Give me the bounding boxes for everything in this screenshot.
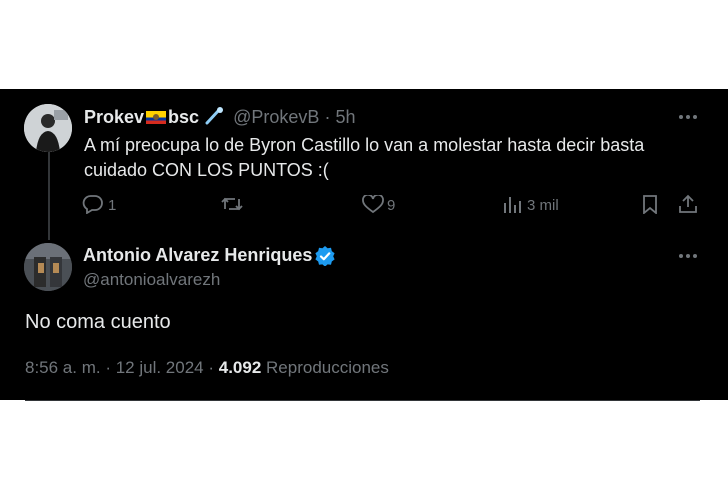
bookmark-icon[interactable] <box>642 195 658 214</box>
main-meta: 8:56 a. m. · 12 jul. 2024 · 4.092 Reprod… <box>25 358 389 378</box>
main-views-count: 4.092 <box>218 358 262 377</box>
reply-icon[interactable] <box>82 194 104 214</box>
like-count: 9 <box>387 197 396 214</box>
reply-text-line2: cuidado CON LOS PUNTOS :( <box>84 160 329 180</box>
like-icon[interactable] <box>362 195 384 214</box>
avatar-prokev[interactable] <box>24 104 72 152</box>
main-timestamp[interactable]: 8:56 a. m. · 12 jul. 2024 · <box>25 358 214 377</box>
share-icon[interactable] <box>678 194 698 214</box>
avatar-antonio[interactable] <box>24 243 72 291</box>
reply-count: 1 <box>108 197 117 214</box>
tweet-panel: Prokev bsc @ProkevB · 5h A mí preocupa lo… <box>0 89 728 401</box>
more-icon[interactable] <box>678 252 698 260</box>
verified-icon <box>315 246 335 266</box>
main-display-name[interactable]: Antonio Alvarez Henriques <box>83 245 312 266</box>
views-count: 3 mil <box>527 197 559 214</box>
reply-name-suffix[interactable]: bsc <box>168 107 199 127</box>
reply-text-line1: A mí preocupa lo de Byron Castillo lo va… <box>84 135 645 155</box>
reply-handle[interactable]: @ProkevB <box>233 107 319 127</box>
reply-header: Prokev bsc @ProkevB · 5h <box>84 107 355 128</box>
reply-separator: · <box>324 107 331 127</box>
retweet-icon[interactable] <box>220 194 244 214</box>
main-views-label: Reproducciones <box>266 358 389 377</box>
more-icon[interactable] <box>678 113 698 121</box>
thread-line <box>48 152 50 240</box>
flag-ecuador-icon <box>146 111 167 124</box>
main-tweet-text: No coma cuento <box>25 311 171 333</box>
main-handle[interactable]: @antonioalvarezh <box>83 270 220 290</box>
reply-time[interactable]: 5h <box>335 107 355 127</box>
comet-icon <box>205 107 224 125</box>
reply-display-name[interactable]: Prokev <box>84 107 144 127</box>
divider <box>25 400 700 401</box>
views-icon[interactable] <box>502 195 522 214</box>
reply-text: A mí preocupa lo de Byron Castillo lo va… <box>84 133 644 183</box>
